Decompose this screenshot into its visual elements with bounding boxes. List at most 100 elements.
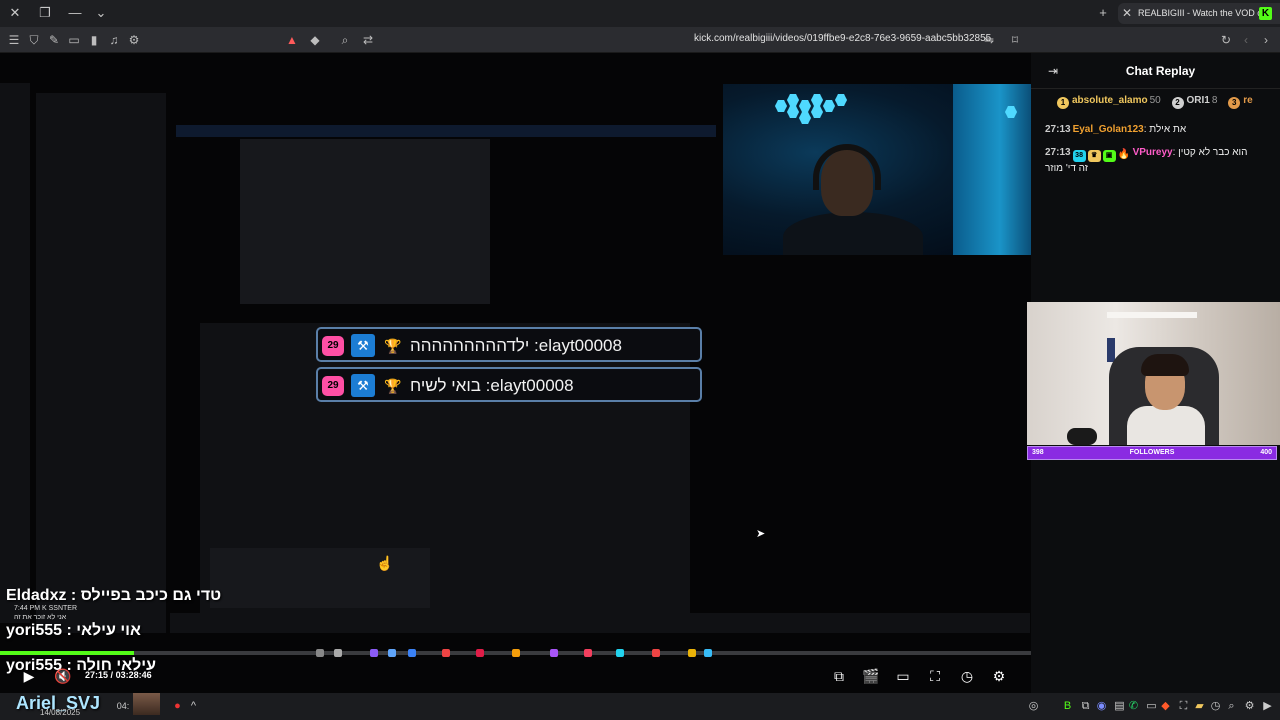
leaderboard-name: absolute_alamo: [1072, 95, 1148, 106]
bookmark-icon[interactable]: ⌑: [1007, 32, 1023, 48]
chat-leaderboard: 1 absolute_alamo 50 2 ORI1 8 3 re: [1057, 95, 1261, 109]
leaderboard-points: 50: [1149, 95, 1161, 106]
ghost-panel: [240, 139, 490, 304]
marker: [334, 649, 342, 657]
chat-username[interactable]: VPureyy: [1133, 147, 1173, 158]
hand-cursor-icon: ☝: [376, 555, 394, 571]
chat-timestamp: 27:13: [1045, 124, 1071, 135]
overlay-chat-message: 29 ⚒ 🏆 elayt00008: ילדההההההההה: [316, 327, 702, 362]
forward-icon[interactable]: ›: [1258, 32, 1274, 48]
overlay-chat: 29 ⚒ 🏆 elayt00008: ילדההההההההה 29 ⚒ 🏆 e…: [316, 327, 704, 407]
tab-title: REALBIGIII - Watch the VOD on Kick: [1138, 8, 1262, 18]
tab-list-chevron-icon[interactable]: ⌄: [90, 3, 112, 23]
reload-icon[interactable]: ↻: [1218, 32, 1234, 48]
tray-expand-icon[interactable]: ^: [186, 699, 201, 714]
extension-icon[interactable]: ✎: [46, 32, 62, 48]
marker: [316, 649, 324, 657]
media-icon[interactable]: ▶: [1260, 699, 1275, 714]
leaderboard-name: re: [1243, 95, 1253, 106]
search-icon[interactable]: ⌕: [337, 32, 353, 48]
marker: [370, 649, 378, 657]
sidebar-icon[interactable]: ▮: [86, 32, 102, 48]
play-icon[interactable]: ▶: [20, 667, 38, 685]
rank-medal-icon: 1: [1057, 97, 1069, 109]
overlay-line: yori555 : אוי עילאי: [6, 622, 141, 639]
video-player[interactable]: 29 ⚒ 🏆 elayt00008: ילדההההההההה 29 ⚒ 🏆 e…: [0, 53, 1031, 693]
streamer-webcam: [723, 84, 1031, 255]
minimize-window-icon[interactable]: —: [64, 3, 86, 23]
address-bar-url[interactable]: kick.com/realbigiii/videos/019ffbe9-e2c8…: [694, 33, 991, 44]
ghost-sidebar: [0, 83, 30, 623]
leaderboard-item[interactable]: 2 ORI1 8: [1171, 95, 1217, 109]
chat-message: 27:13 Eyal_Golan123: את אילת: [1045, 124, 1186, 135]
marker: [550, 649, 558, 657]
trophy-icon: 🏆: [384, 338, 402, 354]
clip-icon[interactable]: 🎬: [862, 667, 880, 685]
clock-icon[interactable]: ◷: [1208, 699, 1223, 714]
back-icon[interactable]: ‹: [1238, 32, 1254, 48]
monitor-icon[interactable]: ▭: [1144, 699, 1159, 714]
leaderboard-item[interactable]: 3 re: [1228, 95, 1253, 109]
chat-text-continued: זה די' מוזר: [1045, 163, 1089, 174]
overlay-message-text: elayt00008: בואי לשיח: [410, 376, 574, 395]
theater-mode-icon[interactable]: ▭: [894, 667, 912, 685]
window-icon[interactable]: ⧉: [1078, 699, 1093, 714]
shield-icon[interactable]: ⛉: [26, 32, 42, 48]
progress-fill: [0, 651, 135, 655]
folder-icon[interactable]: ▰: [1192, 699, 1207, 714]
mute-icon[interactable]: 🔇: [54, 667, 72, 685]
gift-badge-icon: ▣: [1102, 150, 1116, 162]
overlay-small-meta: 7:44 PM K SSNTER: [14, 605, 78, 612]
overlay-small-text: אני לא זוכר את זה: [14, 614, 67, 621]
fire-badge-icon: 🔥: [1117, 149, 1131, 160]
overlay-line: Eldadxz : טדי גם כיכב בפיילס: [6, 587, 222, 604]
followers-target: 400: [1260, 449, 1272, 456]
sub-badge-icon: 29: [322, 336, 344, 356]
snip-icon[interactable]: ⛶: [1176, 699, 1191, 714]
brave-icon[interactable]: ◆: [1158, 699, 1173, 714]
time-display: 27:15 / 03:28:46: [85, 670, 152, 680]
record-icon[interactable]: ●: [170, 699, 185, 714]
translate-icon[interactable]: ⇄: [360, 32, 376, 48]
settings-gear-icon[interactable]: ⚙: [1242, 699, 1257, 714]
restore-window-icon[interactable]: ❐: [34, 3, 56, 23]
ghost-channel-list: [36, 93, 166, 633]
ghost-footer: [170, 613, 1030, 633]
steam-icon[interactable]: ◎: [1026, 699, 1041, 714]
whatsapp-icon[interactable]: ✆: [1126, 699, 1141, 714]
permissions-icon[interactable]: ⇋: [981, 32, 997, 48]
chat-header: ⇥ Chat Replay: [1031, 53, 1280, 89]
leaderboard-item[interactable]: 1 absolute_alamo 50: [1057, 95, 1161, 109]
sub-badge-icon: 38: [1072, 150, 1086, 162]
followers-label: FOLLOWERS: [1129, 449, 1175, 456]
hex-light: [811, 94, 823, 106]
settings-gear-icon[interactable]: ⚙: [990, 667, 1008, 685]
fullscreen-icon[interactable]: ⛶: [926, 667, 944, 685]
menu-icon[interactable]: ☰: [6, 32, 22, 48]
pip-icon[interactable]: ⧉: [830, 667, 848, 685]
playback-speed-icon[interactable]: ◷: [958, 667, 976, 685]
adblock-icon[interactable]: ▲: [284, 32, 300, 48]
tablet-icon[interactable]: ▤: [1112, 699, 1127, 714]
tabs-icon[interactable]: ▭: [66, 32, 82, 48]
close-window-icon[interactable]: ✕: [4, 3, 26, 23]
tab-close-icon[interactable]: ✕: [1122, 4, 1132, 23]
crown-badge-icon: ♛: [1087, 150, 1101, 162]
hex-light: [799, 100, 811, 112]
discord-icon[interactable]: ◉: [1094, 699, 1109, 714]
guest-body: [1127, 406, 1205, 445]
brave-shield-icon[interactable]: ◆: [307, 32, 323, 48]
browser-tab[interactable]: ✕ REALBIGIII - Watch the VOD on Kick K: [1118, 3, 1280, 24]
taskbar-time-fragment: 04:: [116, 701, 130, 711]
chat-username[interactable]: Eyal_Golan123: [1073, 124, 1144, 135]
music-icon[interactable]: ♫: [106, 32, 122, 48]
arrow-cursor-icon: ➤: [756, 528, 766, 540]
overlay-avatar: [133, 693, 160, 715]
current-time: 27:15: [85, 670, 109, 680]
search-icon[interactable]: ⌕: [1224, 699, 1239, 714]
marker: [652, 649, 660, 657]
app-icon-b[interactable]: B: [1060, 699, 1075, 714]
marker: [388, 649, 396, 657]
new-tab-icon[interactable]: +: [1092, 3, 1114, 23]
settings-gear-icon[interactable]: ⚙: [126, 32, 142, 48]
